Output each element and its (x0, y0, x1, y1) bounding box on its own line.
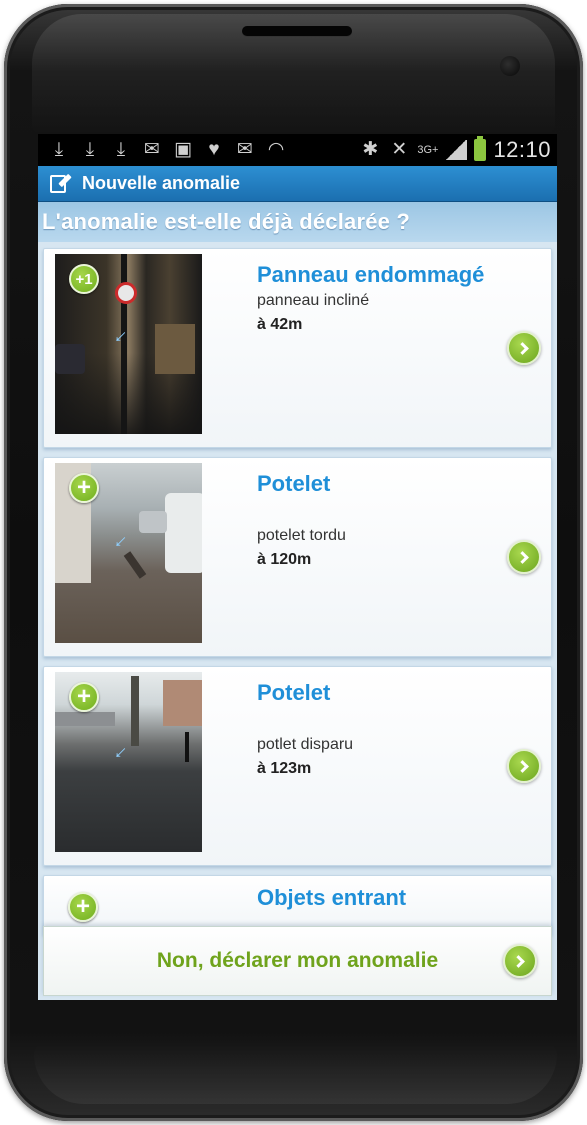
plus-one-badge[interactable]: +1 (69, 264, 99, 294)
system-icons: ✱ ✕ 3G+ 12:10 (359, 136, 551, 163)
anomaly-card[interactable]: + ↓ Potelet potelet tordu à 120m (43, 457, 552, 657)
battery-icon (474, 136, 487, 161)
anomaly-card[interactable]: + ↓ Potelet potlet disparu à 123m (43, 666, 552, 866)
anomaly-photo: + ↓ (55, 672, 202, 852)
anomaly-title: Potelet (257, 680, 331, 705)
phone-chin (34, 1044, 557, 1104)
anomaly-list: +1 ↓ Panneau endommagé panneau incliné à… (38, 242, 557, 935)
app-title: Nouvelle anomalie (82, 173, 241, 193)
plus-badge[interactable]: + (69, 473, 99, 503)
clock: 12:10 (493, 137, 551, 162)
mute-icon: ✕ (391, 139, 408, 160)
notification-icons: ⤓ ⤓ ⤓ ✉ ▣ ♥ ✉ ◠ (48, 139, 359, 161)
wifi-icon: ◠ (267, 139, 285, 160)
anomaly-distance: à 123m (257, 760, 312, 777)
front-camera (500, 56, 520, 76)
anomaly-title: Panneau endommagé (257, 262, 485, 287)
screen: ⤓ ⤓ ⤓ ✉ ▣ ♥ ✉ ◠ ✱ ✕ 3G+ 12:10 Nouvelle a… (38, 134, 557, 1000)
anomaly-distance: à 120m (257, 551, 312, 568)
image-icon: ▣ (174, 139, 192, 160)
anomaly-distance: à 42m (257, 316, 303, 333)
download-icon: ⤓ (116, 139, 126, 160)
network-3g-icon: 3G+ (417, 144, 439, 156)
anomaly-photo: + ↓ (55, 463, 202, 643)
declare-anomaly-label: Non, déclarer mon anomalie (156, 949, 439, 972)
gmail-icon: ✉ (237, 139, 253, 160)
edit-document-icon[interactable] (48, 173, 72, 195)
declare-anomaly-button[interactable]: Non, déclarer mon anomalie (43, 926, 552, 996)
earpiece-speaker (242, 26, 352, 36)
page-title: L'anomalie est-elle déjà déclarée ? (38, 202, 557, 242)
chevron-right-icon[interactable] (507, 331, 541, 365)
bluetooth-icon: ✱ (362, 139, 379, 160)
app-bar: Nouvelle anomalie (38, 166, 557, 202)
anomaly-title: Potelet (257, 471, 331, 496)
anomaly-description: potelet tordu (257, 527, 346, 544)
download-icon: ⤓ (54, 139, 64, 160)
status-bar: ⤓ ⤓ ⤓ ✉ ▣ ♥ ✉ ◠ ✱ ✕ 3G+ 12:10 (38, 134, 557, 166)
chevron-right-icon[interactable] (507, 749, 541, 783)
anomaly-card[interactable]: +1 ↓ Panneau endommagé panneau incliné à… (43, 248, 552, 448)
plus-badge[interactable]: + (68, 892, 98, 922)
anomaly-photo: +1 ↓ (55, 254, 202, 434)
anomaly-description: potlet disparu (257, 736, 354, 753)
download-icon: ⤓ (85, 139, 95, 160)
signal-icon (445, 140, 468, 160)
chevron-right-icon[interactable] (503, 944, 537, 978)
anomaly-description: panneau incliné (257, 292, 370, 309)
anomaly-title: Objets entrant (257, 885, 407, 910)
mail-icon: ✉ (144, 139, 160, 160)
twitter-icon: ♥ (208, 139, 220, 160)
plus-badge[interactable]: + (69, 682, 99, 712)
chevron-right-icon[interactable] (507, 540, 541, 574)
